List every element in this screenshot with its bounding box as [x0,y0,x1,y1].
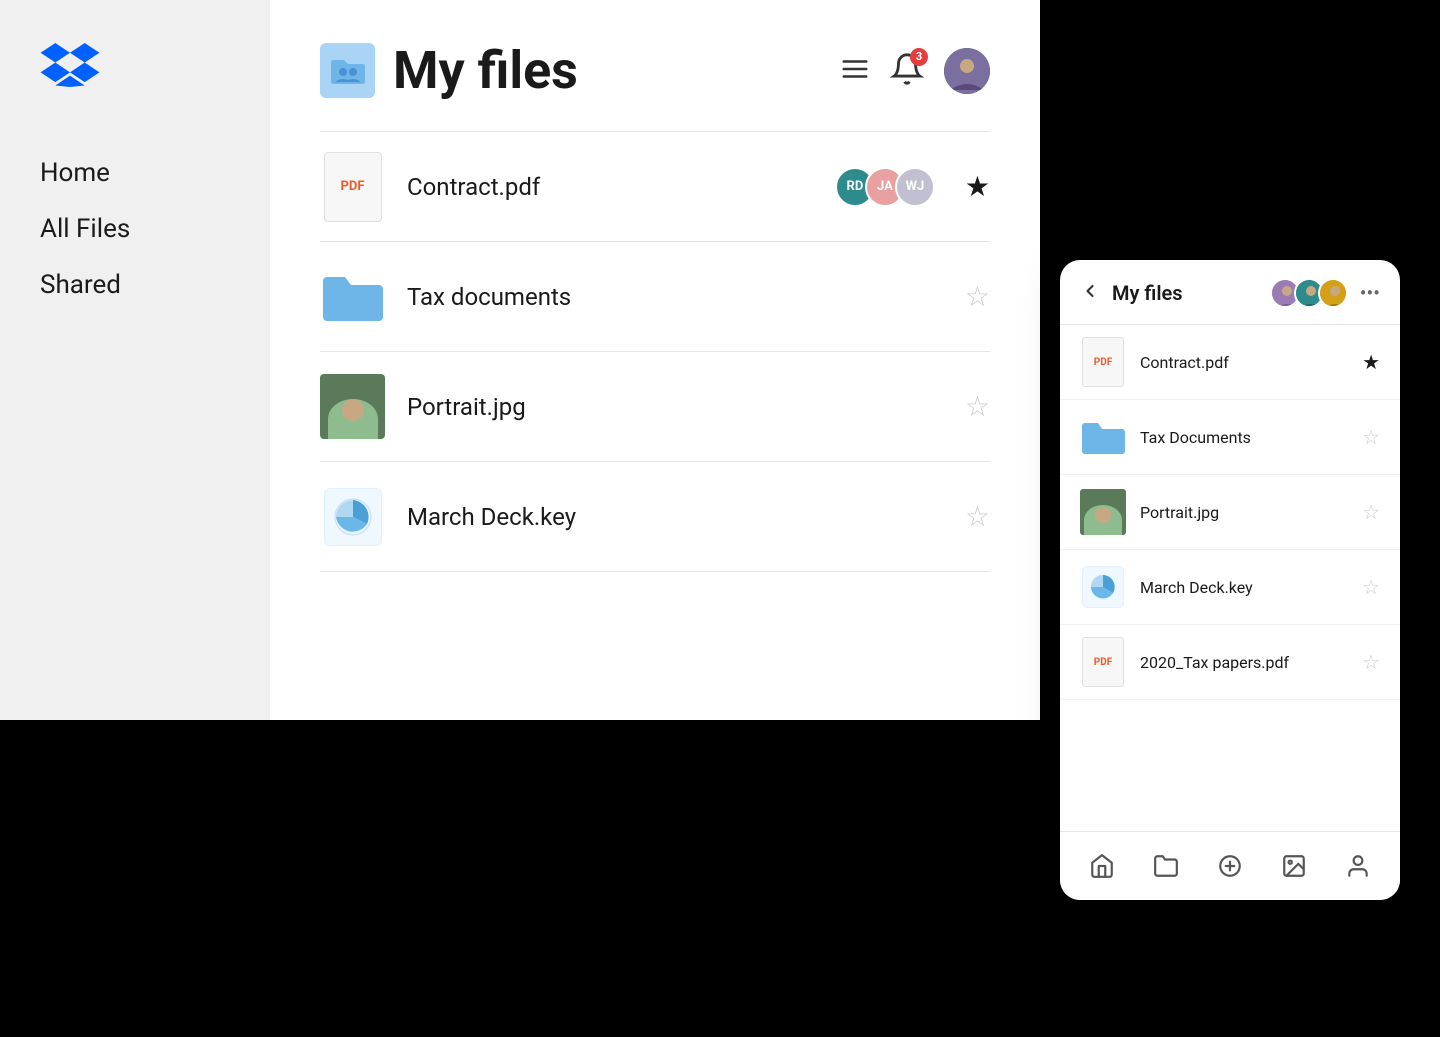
dropbox-logo-icon [40,40,100,90]
folder-icon [320,271,385,323]
file-item-tax-documents[interactable]: Tax documents ☆ [320,242,990,352]
mobile-pdf-label-2020: PDF [1094,657,1112,668]
mobile-star-tax[interactable]: ☆ [1362,425,1380,449]
mobile-file-name-march-deck: March Deck.key [1140,578,1362,597]
star-button-contract[interactable]: ★ [965,170,990,203]
mobile-nav-files[interactable] [1146,846,1186,886]
mobile-star-contract[interactable]: ★ [1362,350,1380,374]
shared-avatars-contract: RD JA WJ [835,167,935,207]
star-button-march-deck[interactable]: ☆ [965,500,990,533]
my-files-folder-icon [320,43,375,98]
star-button-tax-documents[interactable]: ☆ [965,280,990,313]
mobile-panel: My files [1060,260,1400,900]
main-header: My files 3 [320,40,990,101]
mobile-file-item-2020tax[interactable]: PDF 2020_Tax papers.pdf ☆ [1060,625,1400,700]
mobile-file-item-portrait[interactable]: Portrait.jpg ☆ [1060,475,1400,550]
mobile-star-2020tax[interactable]: ☆ [1362,650,1380,674]
mobile-icon-pdf-2020tax: PDF [1080,639,1126,685]
mobile-pdf-label: PDF [1094,357,1112,368]
main-title-area: My files [320,40,578,101]
keynote-icon-box [324,488,382,546]
mobile-icon-image-portrait [1080,489,1126,535]
mobile-back-button[interactable] [1080,281,1100,305]
mobile-file-name-2020tax: 2020_Tax papers.pdf [1140,653,1362,672]
mobile-pdf-box: PDF [1082,337,1124,387]
file-item-portrait[interactable]: Portrait.jpg ☆ [320,352,990,462]
mobile-nav-add[interactable] [1210,846,1250,886]
mobile-star-portrait[interactable]: ☆ [1362,500,1380,524]
mobile-panel-header: My files [1060,260,1400,325]
mobile-icon-keynote-march [1080,564,1126,610]
user-avatar-button[interactable] [944,48,990,94]
file-icon-folder [320,264,385,329]
pdf-icon-box: PDF [324,152,382,222]
sidebar-item-all-files[interactable]: All Files [40,210,230,248]
file-icon-image [320,374,385,439]
mobile-file-name-portrait: Portrait.jpg [1140,503,1362,522]
mobile-keynote-box [1082,566,1124,608]
menu-button[interactable] [840,54,870,88]
header-actions: 3 [840,48,990,94]
file-item-contract[interactable]: PDF Contract.pdf RD JA WJ ★ [320,132,990,242]
mobile-icon-pdf-contract: PDF [1080,339,1126,385]
sidebar-item-home[interactable]: Home [40,154,230,192]
portrait-thumbnail [320,374,385,439]
sidebar-logo [40,40,230,94]
mobile-icon-folder-tax [1080,414,1126,460]
notification-button[interactable]: 3 [890,52,924,90]
mobile-file-item-contract[interactable]: PDF Contract.pdf ★ [1060,325,1400,400]
file-icon-pdf: PDF [320,154,385,219]
mobile-file-list: PDF Contract.pdf ★ Tax Documents ☆ Portr… [1060,325,1400,831]
mobile-nav-home[interactable] [1082,846,1122,886]
mobile-file-name-tax: Tax Documents [1140,428,1362,447]
file-name-tax-documents: Tax documents [407,283,965,311]
mobile-panel-title: My files [1112,281,1270,305]
mobile-file-item-march-deck[interactable]: March Deck.key ☆ [1060,550,1400,625]
file-icon-keynote [320,484,385,549]
sidebar: Home All Files Shared [0,0,270,720]
sidebar-navigation: Home All Files Shared [40,154,230,304]
mobile-portrait-thumbnail [1080,489,1126,535]
avatar-placeholder [944,48,990,94]
pdf-label: PDF [341,179,365,194]
mobile-file-item-tax[interactable]: Tax Documents ☆ [1060,400,1400,475]
file-name-portrait: Portrait.jpg [407,393,965,421]
mobile-nav-account[interactable] [1338,846,1378,886]
file-item-march-deck[interactable]: March Deck.key ☆ [320,462,990,572]
file-name-contract: Contract.pdf [407,173,835,201]
file-list: PDF Contract.pdf RD JA WJ ★ Tax document… [320,132,990,572]
notification-count: 3 [910,48,928,66]
mobile-pdf-box-2020: PDF [1082,637,1124,687]
mobile-bottom-nav [1060,831,1400,900]
mobile-file-name-contract: Contract.pdf [1140,353,1362,372]
avatar-wj: WJ [895,167,935,207]
mobile-nav-photos[interactable] [1274,846,1314,886]
sidebar-item-shared[interactable]: Shared [40,266,230,304]
file-name-march-deck: March Deck.key [407,503,965,531]
mobile-star-march-deck[interactable]: ☆ [1362,575,1380,599]
page-title: My files [393,40,578,101]
mobile-more-button[interactable]: ••• [1360,281,1380,305]
star-button-portrait[interactable]: ☆ [965,390,990,423]
mobile-panel-avatars [1270,278,1348,308]
main-content: My files 3 [270,0,1040,720]
